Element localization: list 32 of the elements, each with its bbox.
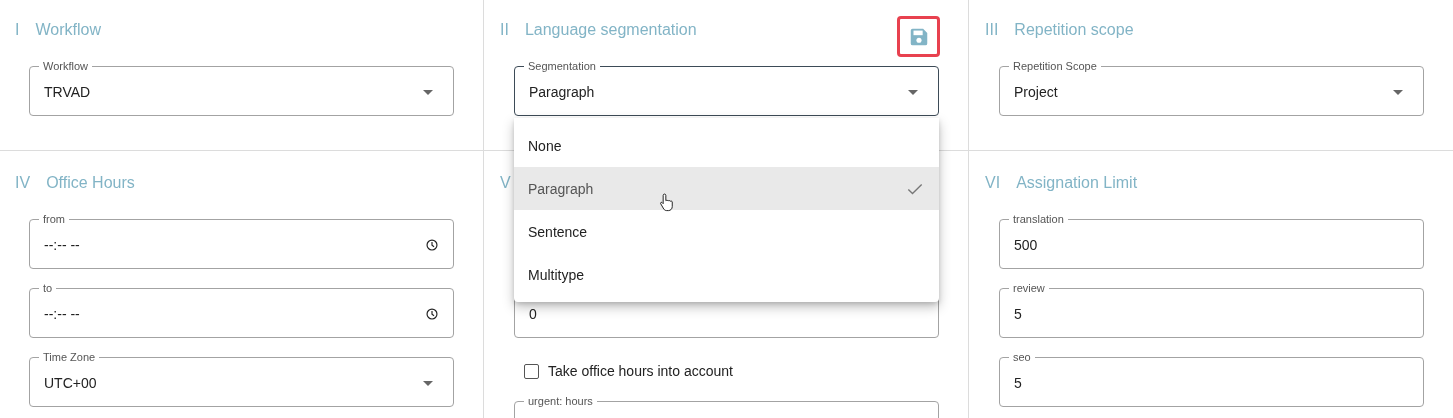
section-title: Office Hours: [46, 173, 136, 193]
menu-option[interactable]: None: [514, 124, 939, 167]
dropdown-caret-icon: [908, 89, 918, 95]
section-numeral: II: [500, 20, 509, 40]
save-button[interactable]: [897, 16, 940, 57]
section-numeral: V: [500, 173, 511, 193]
section-numeral: IV: [15, 173, 31, 193]
input-field[interactable]: translation 500: [999, 213, 1424, 269]
section-title: Repetition scope: [1014, 20, 1135, 40]
section-numeral: III: [985, 20, 999, 40]
section-title: Assignation Limit: [1016, 173, 1139, 193]
input-field[interactable]: review 5: [999, 282, 1424, 338]
checkbox-label: Take office hours into account: [548, 363, 733, 379]
select-field[interactable]: Time Zone UTC+00: [29, 351, 454, 407]
dropdown-caret-icon: [423, 380, 433, 386]
select-field[interactable]: Repetition Scope Project: [999, 60, 1424, 116]
menu-option[interactable]: Paragraph: [514, 167, 939, 210]
select-field[interactable]: Workflow TRVAD: [29, 60, 454, 116]
input-field[interactable]: urgent: hours: [514, 395, 939, 418]
menu-option[interactable]: Sentence: [514, 210, 939, 253]
clock-icon: [425, 307, 439, 321]
time-field[interactable]: from --:-- --: [29, 213, 454, 269]
time-field[interactable]: to --:-- --: [29, 282, 454, 338]
checkbox[interactable]: [524, 363, 539, 379]
section-title: Workflow: [35, 20, 102, 40]
section-numeral: VI: [985, 173, 1001, 193]
clock-icon: [425, 238, 439, 252]
select-field[interactable]: Segmentation Paragraph: [514, 60, 939, 116]
section-numeral: I: [15, 20, 20, 40]
dropdown-caret-icon: [423, 89, 433, 95]
section-title: Language segmentation: [524, 20, 698, 40]
dropdown-caret-icon: [1393, 89, 1403, 95]
